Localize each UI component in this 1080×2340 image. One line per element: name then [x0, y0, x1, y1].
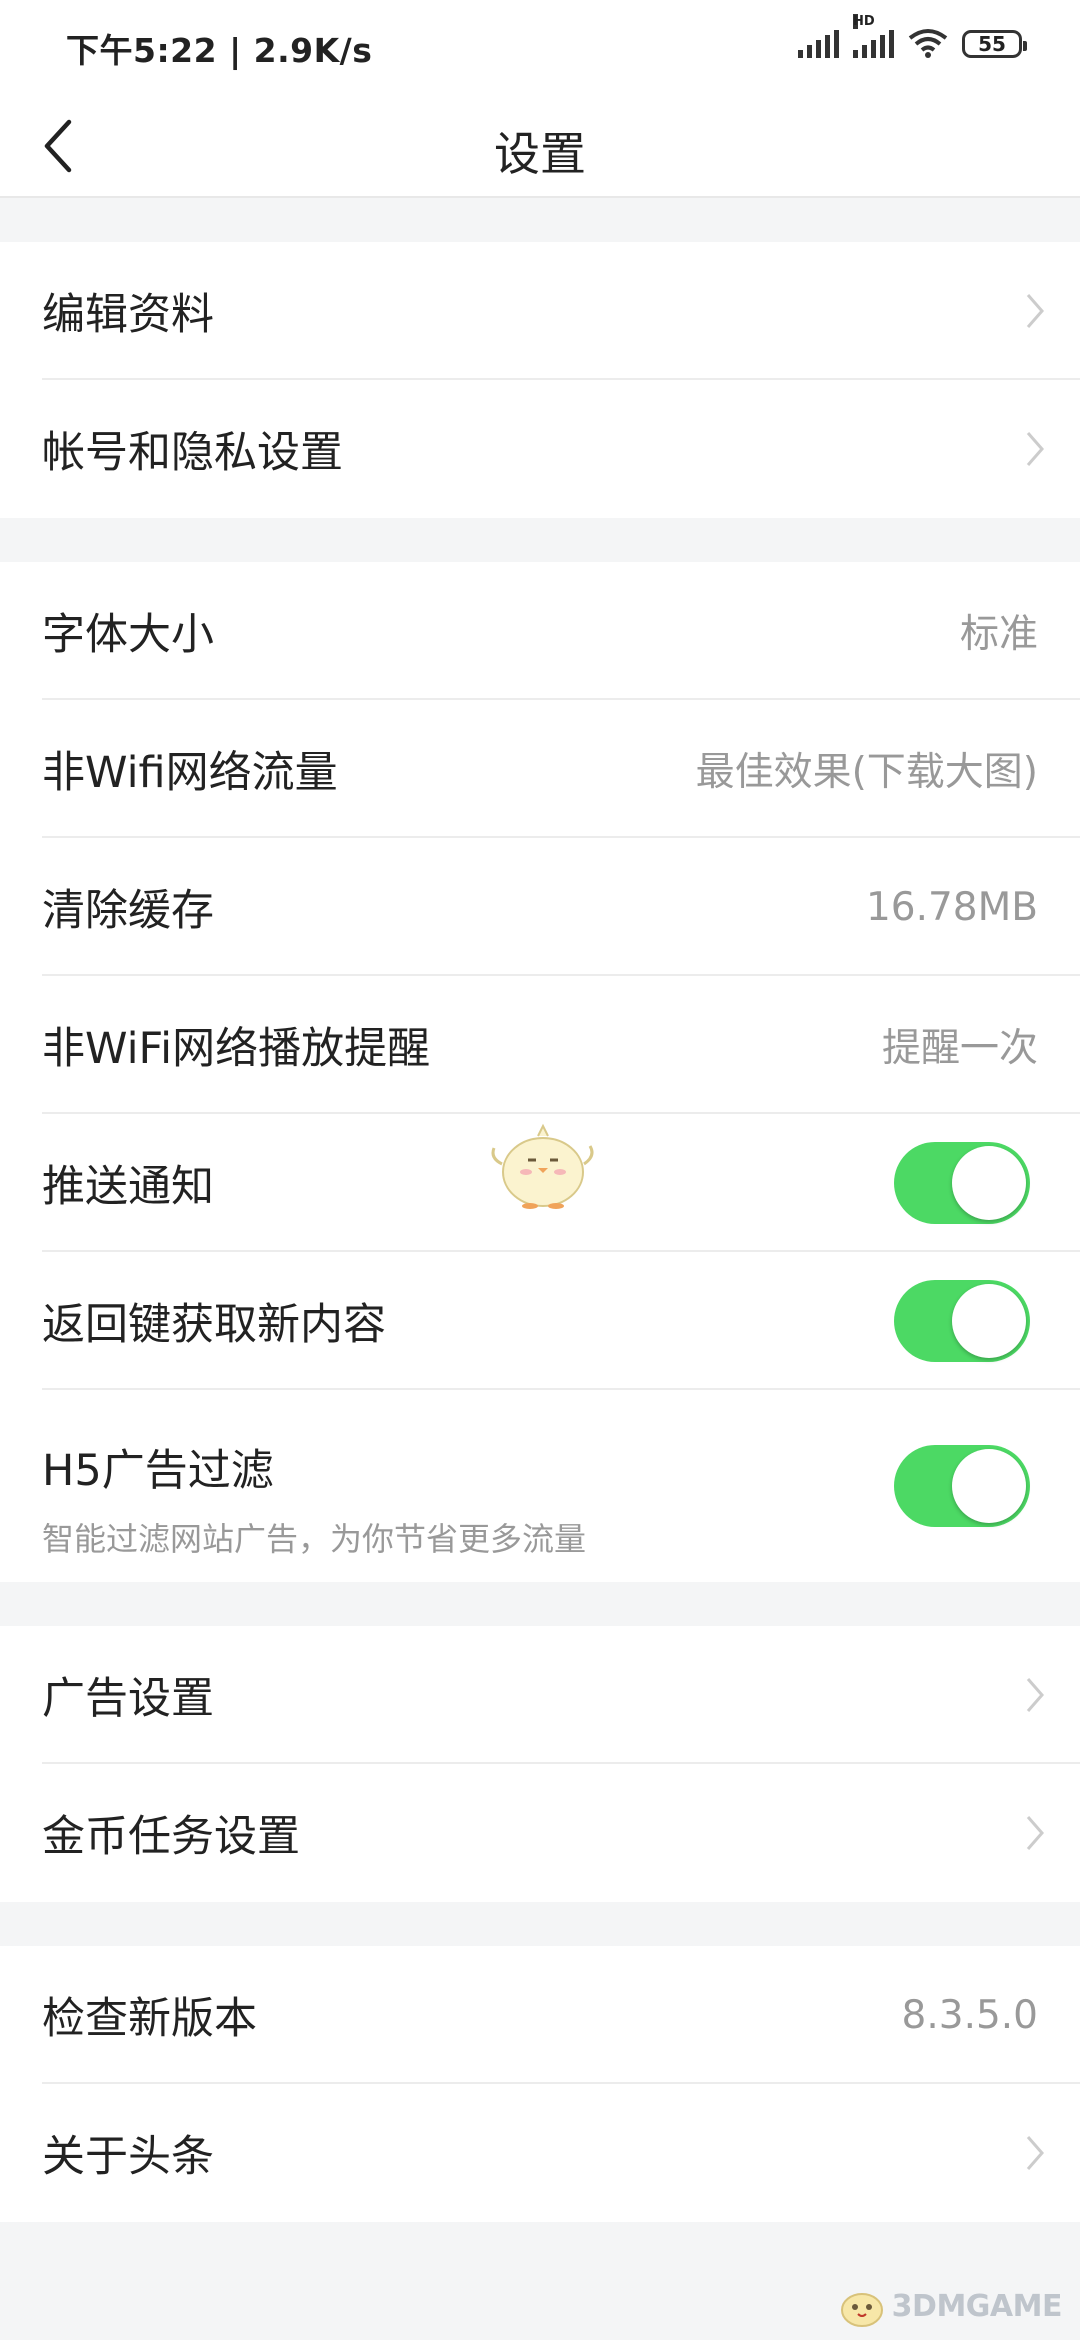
signal-icon [798, 28, 839, 58]
push-notification-label: 推送通知 [42, 1162, 214, 1212]
push-notification-toggle[interactable] [894, 1142, 1030, 1224]
nonwifi-traffic-value: 最佳效果(下载大图) [695, 750, 1038, 795]
watermark-logo-icon [840, 2293, 883, 2327]
edit-profile-row[interactable]: 编辑资料 [0, 242, 1080, 380]
font-size-row[interactable]: 字体大小 标准 [0, 562, 1080, 700]
settings-group-general: 字体大小 标准 非Wifi网络流量 最佳效果(下载大图) 清除缓存 16.78M… [0, 562, 1080, 1582]
chevron-right-icon [1026, 2136, 1044, 2170]
watermark-text: 3DMGAME [891, 2288, 1063, 2324]
back-refresh-toggle[interactable] [894, 1280, 1030, 1362]
toggle-knob [952, 1146, 1026, 1220]
wifi-icon [908, 28, 948, 58]
settings-group-ads: 广告设置 金币任务设置 [0, 1626, 1080, 1902]
nonwifi-play-reminder-row[interactable]: 非WiFi网络播放提醒 提醒一次 [0, 976, 1080, 1114]
edit-profile-label: 编辑资料 [42, 290, 214, 340]
battery-icon: 55 [962, 30, 1027, 58]
font-size-label: 字体大小 [42, 610, 214, 660]
about-row[interactable]: 关于头条 [0, 2084, 1080, 2222]
ad-settings-row[interactable]: 广告设置 [0, 1626, 1080, 1764]
clear-cache-row[interactable]: 清除缓存 16.78MB [0, 838, 1080, 976]
back-refresh-row: 返回键获取新内容 [0, 1252, 1080, 1390]
nonwifi-traffic-row[interactable]: 非Wifi网络流量 最佳效果(下载大图) [0, 700, 1080, 838]
nav-bar: 设置 [0, 96, 1080, 198]
status-time-speed: 下午5:22 | 2.9K/s [66, 31, 373, 70]
back-refresh-label: 返回键获取新内容 [42, 1300, 386, 1350]
toggle-knob [952, 1284, 1026, 1358]
status-bar: 下午5:22 | 2.9K/s HD 55 [0, 0, 1080, 96]
h5-ad-filter-label: H5广告过滤 [42, 1446, 274, 1496]
font-size-value: 标准 [959, 612, 1038, 657]
version-value: 8.3.5.0 [901, 1992, 1038, 2038]
h5-ad-filter-toggle[interactable] [894, 1445, 1030, 1527]
nonwifi-play-reminder-value: 提醒一次 [881, 1026, 1038, 1071]
account-privacy-label: 帐号和隐私设置 [42, 428, 343, 478]
toggle-knob [952, 1449, 1026, 1523]
h5-ad-filter-description: 智能过滤网站广告，为你节省更多流量 [42, 1520, 587, 1558]
ad-settings-label: 广告设置 [42, 1674, 214, 1724]
check-version-label: 检查新版本 [42, 1994, 257, 2044]
status-icons: HD 55 [798, 14, 1027, 58]
chevron-right-icon [1026, 1678, 1044, 1712]
mascot-chick-icon [491, 1123, 594, 1209]
settings-group-profile: 编辑资料 帐号和隐私设置 [0, 242, 1080, 518]
coin-task-settings-row[interactable]: 金币任务设置 [0, 1764, 1080, 1902]
about-label: 关于头条 [42, 2132, 214, 2182]
coin-task-settings-label: 金币任务设置 [42, 1812, 300, 1862]
hd-label: HD [853, 14, 875, 29]
chevron-right-icon [1026, 1816, 1044, 1850]
nonwifi-traffic-label: 非Wifi网络流量 [42, 748, 338, 798]
settings-group-about: 检查新版本 8.3.5.0 关于头条 [0, 1946, 1080, 2222]
clear-cache-label: 清除缓存 [42, 886, 214, 936]
watermark: 3DMGAME [836, 2282, 1063, 2330]
check-version-row[interactable]: 检查新版本 8.3.5.0 [0, 1946, 1080, 2084]
h5-ad-filter-row: H5广告过滤 智能过滤网站广告，为你节省更多流量 [0, 1390, 1080, 1582]
chevron-right-icon [1026, 294, 1044, 328]
signal-hd-icon: HD [853, 14, 894, 58]
cache-size-value: 16.78MB [865, 884, 1038, 930]
nonwifi-play-reminder-label: 非WiFi网络播放提醒 [42, 1024, 431, 1074]
h5-ad-filter-text: H5广告过滤 智能过滤网站广告，为你节省更多流量 [42, 1436, 586, 1560]
chevron-right-icon [1026, 432, 1044, 466]
account-privacy-row[interactable]: 帐号和隐私设置 [0, 380, 1080, 518]
page-title: 设置 [494, 127, 586, 181]
